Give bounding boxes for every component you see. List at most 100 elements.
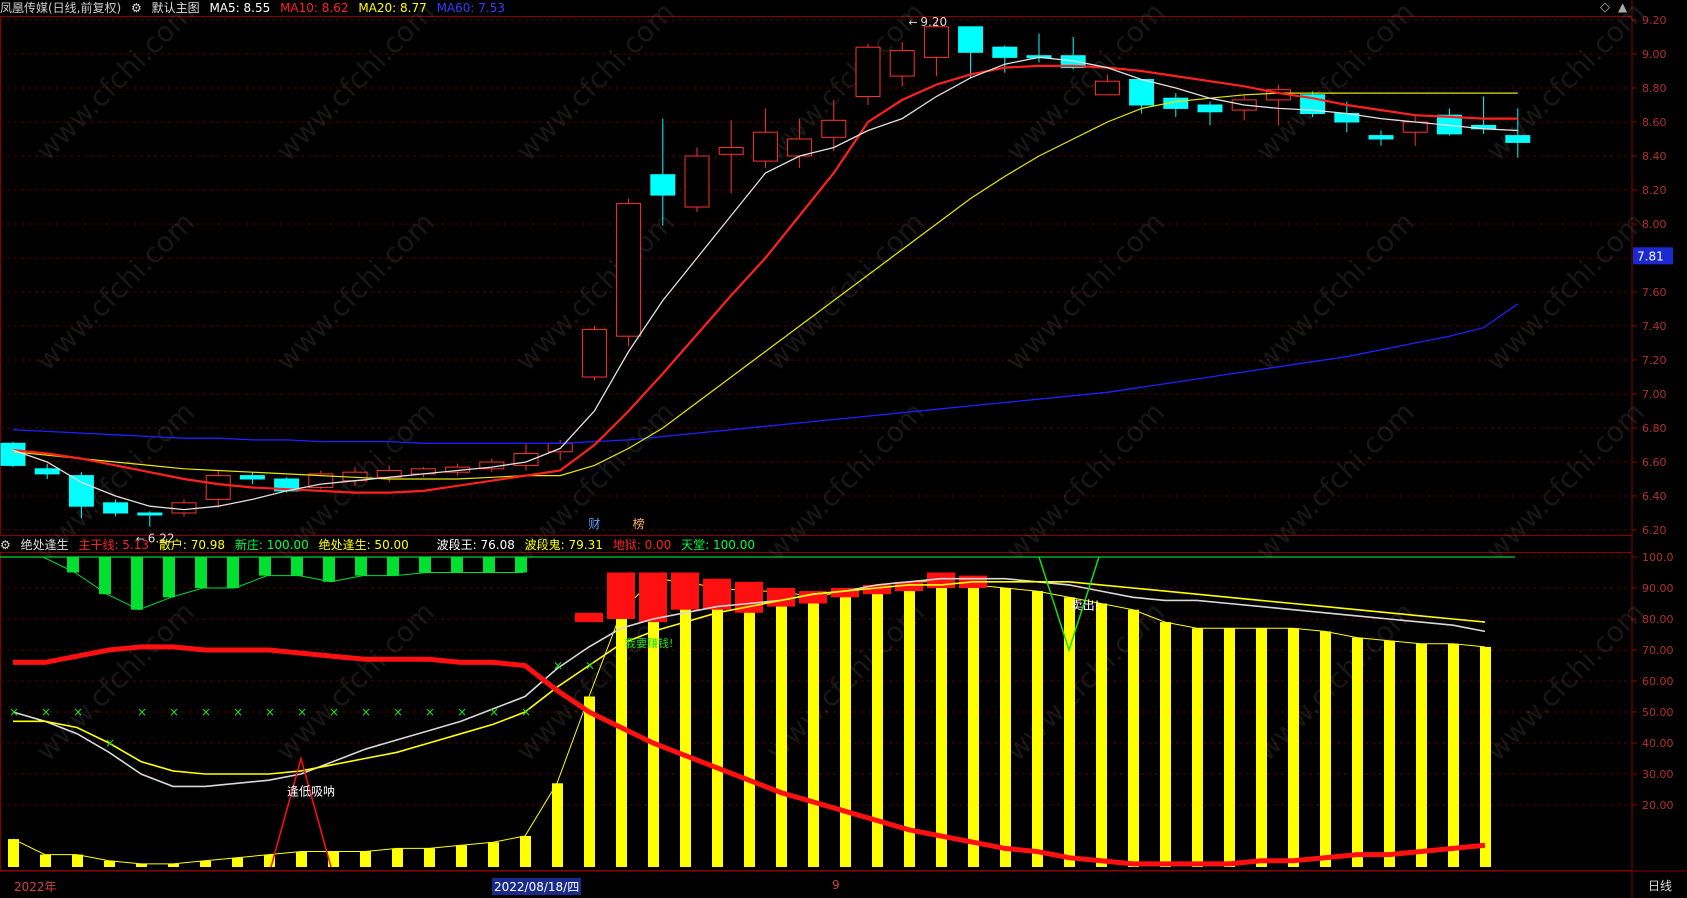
ind-item-4: 波段王: 76.08 [436,538,515,552]
yellow-bar [744,591,755,867]
chevron-up-icon[interactable]: ▲ [1618,0,1627,14]
ind-axis-label: 60.00 [1642,675,1674,688]
gear-icon[interactable]: ⚙ [131,1,142,15]
main-axis-label: 7.00 [1642,388,1667,401]
candle-body [1129,79,1155,106]
date-year-label: 2022年 [14,880,57,894]
green-bar [323,557,335,582]
green-x-marker: × [585,659,595,673]
main-chart-header: 凤凰传媒(日线,前复权) ⚙ 默认主图 MA5: 8.55 MA10: 8.62… [0,0,511,16]
yellow-bar [488,842,499,867]
candle-body [239,475,265,480]
candle-body [1505,135,1531,143]
green-x-marker: × [329,705,339,719]
yellow-bar [456,845,467,867]
yellow-bar [296,851,307,867]
green-x-marker: × [41,705,51,719]
ind-item-0: 主干线: 5.13 [78,538,150,552]
watermark-text: www.cfchi.com [1479,396,1651,568]
yellow-bar [104,860,115,867]
yellow-bar [1416,643,1427,867]
ma5-label: MA5: 8.55 [209,1,271,15]
date-month-label: 9 [832,878,840,892]
yellow-bar [584,696,595,867]
ind-axis-label: 20.00 [1642,799,1674,812]
main-axis-label: 8.80 [1642,82,1667,95]
watermark-text: www.cfchi.com [509,0,681,167]
yellow-bar [904,581,915,867]
current-price-label: 7.81 [1637,249,1664,263]
main-axis-label: 6.40 [1642,490,1667,503]
yellow-bar [520,836,531,867]
ma60-label: MA60: 7.53 [436,1,505,15]
yellow-bar [360,851,371,867]
green-x-marker: × [169,705,179,719]
green-x-marker: × [489,705,499,719]
event-bang: 榜 [633,516,645,531]
yellow-bar [1096,603,1107,867]
yellow-bar [1352,637,1363,867]
green-x-marker: × [457,705,467,719]
stock-title: 凤凰传媒(日线,前复权) [0,1,122,15]
green-x-marker: × [233,705,243,719]
yellow-bar [552,783,563,867]
yellow-bar [1192,628,1203,867]
yellow-bar [1320,631,1331,867]
indicator-name[interactable]: 绝处逢生 [21,538,69,552]
green-bar [195,557,207,588]
watermark-text: www.cfchi.com [999,396,1171,568]
ind-axis-label: 50.00 [1642,706,1674,719]
candle-body [958,26,984,53]
green-bar [131,557,143,610]
template-label[interactable]: 默认主图 [152,1,200,15]
ind-axis-label: 70.00 [1642,644,1674,657]
green-x-marker: × [9,705,19,719]
candle-body [103,502,129,514]
candle-body [650,174,676,196]
watermark-text: www.cfchi.com [1249,0,1421,167]
ind-item-5: 波段鬼: 79.31 [524,538,603,552]
sell-signal-label: 卖出! [1071,599,1100,613]
green-x-marker: × [265,705,275,719]
ind-item-2: 新庄: 100.00 [234,538,309,552]
watermark-text: www.cfchi.com [29,206,201,378]
yellow-bar [1448,643,1459,867]
watermark-text: www.cfchi.com [1249,206,1421,378]
yellow-bar [616,612,627,867]
yellow-bar [1480,646,1491,867]
ind-axis-label: 90.00 [1642,582,1674,595]
candle-body [205,475,231,500]
candle-body [1197,104,1223,113]
candle-body [821,119,847,138]
candle-body [137,512,163,516]
gear-icon[interactable]: ⚙ [0,538,11,552]
candle-body [718,147,744,155]
high-mark-label: 9.20 [920,15,947,29]
period-label[interactable]: 日线 [1648,878,1672,894]
candle-body [923,26,949,58]
green-x-marker: × [297,705,307,719]
candle-body [34,468,60,475]
yellow-bar [232,857,243,867]
watermark-text: www.cfchi.com [269,0,441,167]
red-block [607,572,635,619]
yellow-bar [776,591,787,867]
green-bar [67,557,79,573]
main-axis-label: 8.40 [1642,150,1667,163]
ind-axis-label: 100.0 [1642,551,1674,564]
watermark-text: www.cfchi.com [759,396,931,568]
ind-axis-label: 30.00 [1642,768,1674,781]
green-bar [451,557,463,573]
buy-signal-label: 逢低吸呐 [287,785,335,799]
yellow-bar [40,854,51,867]
diamond-icon[interactable]: ◇ [1600,0,1610,15]
stock-chart[interactable]: 9.209.008.808.608.408.208.007.807.607.40… [0,0,1687,898]
yellow-bar [680,581,691,867]
yellow-bar [72,854,83,867]
red-block [639,572,667,623]
red-block [575,612,603,623]
main-axis-label: 7.20 [1642,354,1667,367]
candle-body [684,155,710,208]
green-x-marker: × [361,705,371,719]
candle-body [0,442,26,466]
